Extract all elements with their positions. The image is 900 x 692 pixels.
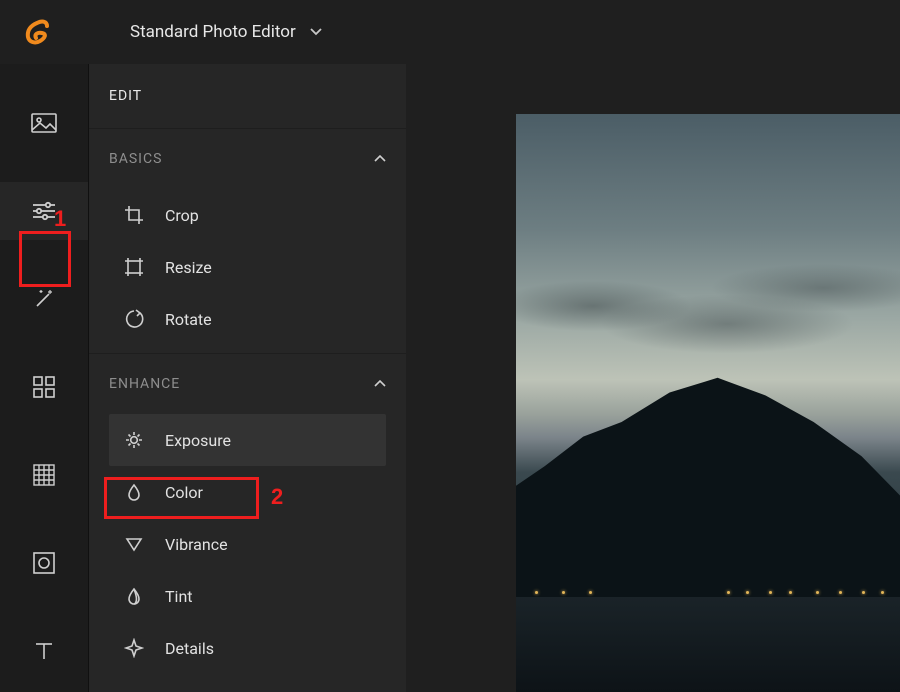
tool-rail [0, 64, 88, 692]
resize-icon [123, 257, 145, 277]
rail-item-frames[interactable] [0, 358, 88, 416]
item-rotate[interactable]: Rotate [109, 293, 386, 345]
item-label: Resize [165, 258, 212, 277]
main-area: EDIT BASICS Crop [0, 64, 900, 692]
item-label: Tint [165, 587, 193, 606]
section-header-label: ENHANCE [109, 376, 180, 392]
rail-item-text[interactable] [0, 622, 88, 680]
crop-icon [123, 205, 145, 225]
section-header-basics[interactable]: BASICS [109, 129, 386, 189]
photo-preview [516, 114, 900, 692]
chevron-up-icon [374, 380, 386, 388]
app-title-dropdown[interactable]: Standard Photo Editor [130, 22, 322, 42]
tint-icon [123, 586, 145, 606]
item-color[interactable]: Color [109, 466, 386, 518]
sparkle-icon [123, 638, 145, 658]
item-resize[interactable]: Resize [109, 241, 386, 293]
sun-icon [123, 430, 145, 450]
item-label: Rotate [165, 310, 212, 329]
item-label: Details [165, 639, 214, 658]
app-title-label: Standard Photo Editor [130, 22, 296, 42]
rail-item-magic-wand[interactable] [0, 270, 88, 328]
item-label: Crop [165, 206, 199, 225]
rail-item-image[interactable] [0, 94, 88, 152]
item-crop[interactable]: Crop [109, 189, 386, 241]
item-label: Exposure [165, 431, 231, 450]
section-enhance-items: Exposure Color V [109, 414, 386, 682]
droplet-icon [123, 482, 145, 502]
panel-title: EDIT [89, 88, 406, 128]
item-exposure[interactable]: Exposure [109, 414, 386, 466]
item-vibrance[interactable]: Vibrance [109, 518, 386, 570]
item-label: Vibrance [165, 535, 228, 554]
edit-panel: EDIT BASICS Crop [88, 64, 406, 692]
rotate-icon [123, 309, 145, 329]
section-header-enhance[interactable]: ENHANCE [109, 354, 386, 414]
chevron-up-icon [374, 155, 386, 163]
top-bar: Standard Photo Editor [0, 0, 900, 64]
rail-item-edit-sliders[interactable] [0, 182, 88, 240]
section-basics-items: Crop Resize [109, 189, 386, 353]
chevron-down-icon [310, 28, 322, 36]
canvas[interactable] [406, 64, 900, 692]
item-label: Color [165, 483, 203, 502]
item-details[interactable]: Details [109, 622, 386, 674]
section-header-label: BASICS [109, 151, 162, 167]
section-basics: BASICS Crop [89, 128, 406, 353]
app-logo-icon [24, 19, 50, 45]
section-enhance: ENHANCE Exposure [89, 353, 406, 682]
triangle-icon [123, 534, 145, 554]
item-tint[interactable]: Tint [109, 570, 386, 622]
rail-item-vignette[interactable] [0, 534, 88, 592]
rail-item-overlay[interactable] [0, 446, 88, 504]
